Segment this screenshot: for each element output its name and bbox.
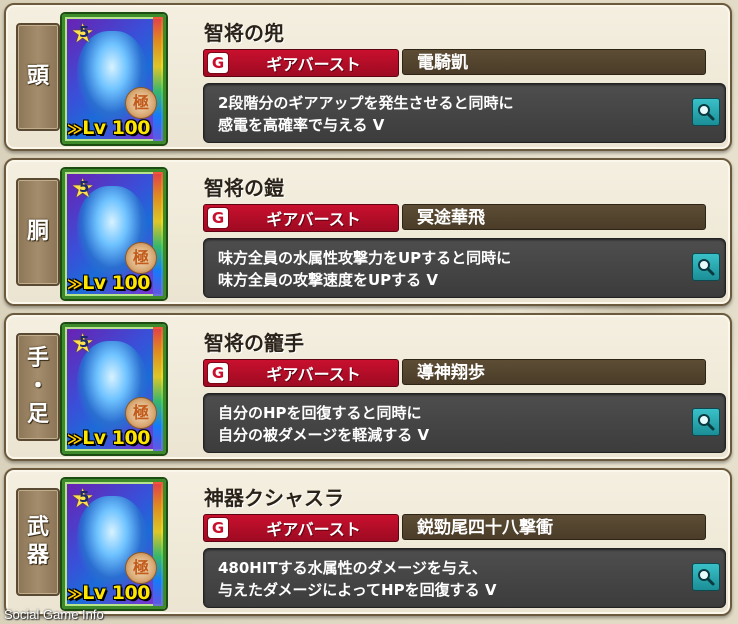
gear-burst-label: ギアバースト [266, 365, 361, 384]
equipment-portrait[interactable]: ★ 5 極 ≫Lv 100 [62, 479, 166, 609]
skill-description: 味方全員の水属性攻撃力をUPすると同時に 味方全員の攻撃速度をUPする V [203, 238, 726, 298]
rainbow-frame-edge [153, 482, 163, 606]
equipment-card-weapon[interactable]: 武 器 ★ 5 極 ≫Lv 100 神器クシャスラ G ギアバースト 鋭勁尾四十… [4, 468, 732, 616]
gear-burst-label: ギアバースト [266, 520, 361, 539]
equipment-card-head[interactable]: 頭 ★ 5 極 ≫Lv 100 智将の兜 G ギアバースト 電騎凱 2段階分のギ… [4, 3, 732, 151]
slot-tab: 胴 [16, 178, 60, 286]
description-line: 感電を高確率で与える V [218, 116, 385, 134]
slot-tab: 武 器 [16, 488, 60, 596]
magnifier-icon[interactable] [692, 563, 720, 591]
equipment-name: 神器クシャスラ [204, 486, 344, 510]
magnifier-icon[interactable] [692, 98, 720, 126]
slot-label-char: 武 [26, 515, 49, 540]
gear-burst-badge: G ギアバースト [203, 359, 399, 387]
star-rank: 5 [79, 178, 90, 196]
gear-burst-badge: G ギアバースト [203, 49, 399, 77]
equipment-name: 智将の鎧 [204, 176, 284, 200]
description-line: 味方全員の水属性攻撃力をUPすると同時に [218, 249, 512, 267]
equipment-card-arms-legs[interactable]: 手 ・ 足 ★ 5 極 ≫Lv 100 智将の籠手 G ギアバースト 導神翔歩 … [4, 313, 732, 461]
medal-icon: 極 [125, 242, 157, 274]
skill-description: 自分のHPを回復すると同時に 自分の被ダメージを軽減する V [203, 393, 726, 453]
double-arrow-mark-icon: ≫ [67, 120, 83, 138]
magnifier-icon[interactable] [692, 408, 720, 436]
equipment-portrait[interactable]: ★ 5 極 ≫Lv 100 [62, 169, 166, 299]
equipment-name: 智将の兜 [204, 21, 284, 45]
g-icon: G [207, 52, 229, 74]
g-icon: G [207, 207, 229, 229]
medal-icon: 極 [125, 87, 157, 119]
magnifier-icon[interactable] [692, 253, 720, 281]
level-text: Lv 100 [82, 272, 150, 294]
rainbow-frame-edge [153, 17, 163, 141]
g-icon: G [207, 362, 229, 384]
description-line: 自分のHPを回復すると同時に [218, 404, 422, 422]
description-line: 与えたダメージによってHPを回復する V [218, 581, 497, 599]
slot-label-char: 器 [26, 543, 49, 568]
double-arrow-mark-icon: ≫ [67, 275, 83, 293]
rainbow-frame-edge [153, 327, 163, 451]
watermark: Social Game Info [4, 607, 104, 622]
skill-name: 電騎凱 [402, 49, 706, 75]
level-label: ≫Lv 100 [67, 117, 150, 139]
skill-name: 導神翔歩 [402, 359, 706, 385]
skill-description: 2段階分のギアアップを発生させると同時に 感電を高確率で与える V [203, 83, 726, 143]
equipment-name: 智将の籠手 [204, 331, 304, 355]
slot-tab: 頭 [16, 23, 60, 131]
rainbow-frame-edge [153, 172, 163, 296]
g-icon: G [207, 517, 229, 539]
level-label: ≫Lv 100 [67, 427, 150, 449]
equipment-portrait[interactable]: ★ 5 極 ≫Lv 100 [62, 14, 166, 144]
skill-name: 鋭勁尾四十八撃衝 [402, 514, 706, 540]
level-label: ≫Lv 100 [67, 582, 150, 604]
star-rank: 5 [79, 23, 90, 41]
medal-icon: 極 [125, 552, 157, 584]
description-line: 味方全員の攻撃速度をUPする V [218, 271, 439, 289]
slot-label-char: 足 [26, 402, 49, 427]
gear-burst-badge: G ギアバースト [203, 204, 399, 232]
skill-description: 480HITする水属性のダメージを与え、 与えたダメージによってHPを回復する … [203, 548, 726, 608]
slot-label-char: 胴 [26, 219, 49, 244]
slot-tab: 手 ・ 足 [16, 333, 60, 441]
level-text: Lv 100 [82, 582, 150, 604]
equipment-portrait[interactable]: ★ 5 極 ≫Lv 100 [62, 324, 166, 454]
double-arrow-mark-icon: ≫ [67, 585, 83, 603]
description-line: 2段階分のギアアップを発生させると同時に [218, 94, 514, 112]
level-text: Lv 100 [82, 427, 150, 449]
medal-icon: 極 [125, 397, 157, 429]
level-label: ≫Lv 100 [67, 272, 150, 294]
gear-burst-label: ギアバースト [266, 55, 361, 74]
equipment-card-body[interactable]: 胴 ★ 5 極 ≫Lv 100 智将の鎧 G ギアバースト 冥途華飛 味方全員の… [4, 158, 732, 306]
gear-burst-label: ギアバースト [266, 210, 361, 229]
star-rank: 5 [79, 333, 90, 351]
star-rank: 5 [79, 488, 90, 506]
skill-name: 冥途華飛 [402, 204, 706, 230]
description-line: 480HITする水属性のダメージを与え、 [218, 559, 487, 577]
slot-label-char: 手 [26, 346, 49, 371]
gear-burst-badge: G ギアバースト [203, 514, 399, 542]
slot-label-char: 頭 [26, 64, 49, 89]
level-text: Lv 100 [82, 117, 150, 139]
slot-label-char: ・ [26, 374, 49, 399]
double-arrow-mark-icon: ≫ [67, 430, 83, 448]
description-line: 自分の被ダメージを軽減する V [218, 426, 430, 444]
